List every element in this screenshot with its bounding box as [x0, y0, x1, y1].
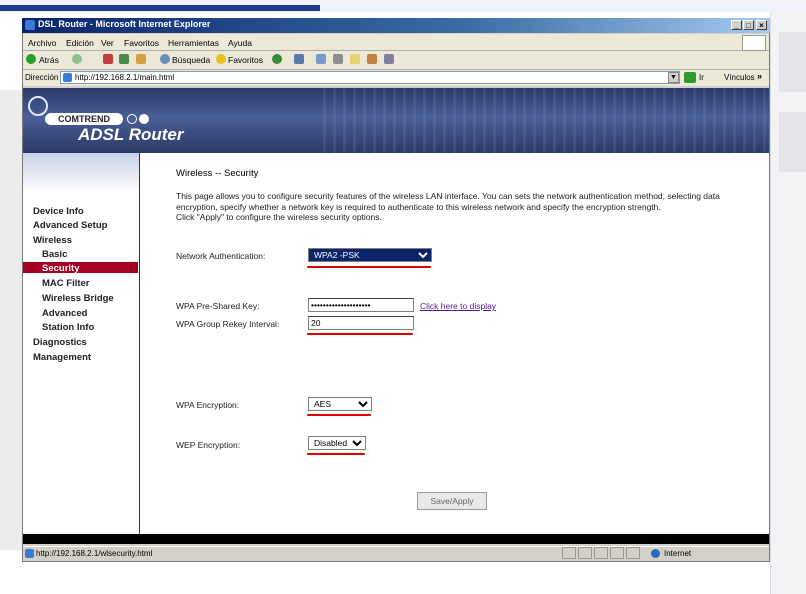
description-text: This page allows you to configure securi…: [176, 191, 720, 212]
menu-edicion[interactable]: Edición: [66, 38, 94, 48]
go-button[interactable]: Ir: [699, 73, 704, 82]
logo-dot-filled-icon: [139, 114, 149, 124]
sidebar-item-security[interactable]: Security: [42, 263, 80, 274]
favorites-star-icon[interactable]: [216, 54, 226, 64]
edit-icon[interactable]: [350, 54, 360, 64]
sidebar-item-device-info[interactable]: Device Info: [33, 206, 84, 217]
sidebar-item-advanced-setup[interactable]: Advanced Setup: [33, 220, 107, 231]
menu-archivo[interactable]: Archivo: [28, 38, 56, 48]
page-footer-bar: [23, 534, 769, 544]
product-title: ADSL Router: [78, 125, 184, 144]
print-icon[interactable]: [333, 54, 343, 64]
status-page-icon: [25, 549, 34, 558]
windows-logo-icon: [742, 35, 766, 51]
wep-encryption-select[interactable]: Disabled: [308, 436, 366, 450]
network-auth-label: Network Authentication:: [176, 251, 266, 261]
save-apply-button[interactable]: Save/Apply: [417, 492, 487, 510]
maximize-button[interactable]: □: [743, 20, 754, 30]
page-description: This page allows you to configure securi…: [176, 191, 736, 223]
menu-favoritos[interactable]: Favoritos: [124, 38, 159, 48]
address-dropdown-chevron-icon[interactable]: ▼: [668, 72, 679, 83]
forward-arrow-icon[interactable]: [72, 54, 82, 64]
page-icon: [63, 73, 72, 82]
go-arrow-icon[interactable]: [684, 72, 696, 83]
internet-explorer-icon: [25, 20, 35, 30]
logo-dot-icon: [127, 114, 137, 124]
sidebar-item-diagnostics[interactable]: Diagnostics: [33, 337, 87, 348]
address-url: http://192.168.2.1/main.html: [75, 73, 175, 82]
sidebar-item-station-info[interactable]: Station Info: [42, 322, 94, 333]
favorites-button[interactable]: Favoritos: [228, 55, 263, 65]
sidebar-item-advanced[interactable]: Advanced: [42, 308, 87, 319]
sidebar-decoration: [23, 153, 139, 193]
comtrend-swirl-icon: [28, 96, 48, 116]
sidebar-item-management[interactable]: Management: [33, 352, 91, 363]
sidebar-item-wireless[interactable]: Wireless: [33, 235, 72, 246]
rekey-input[interactable]: [308, 316, 414, 330]
menu-herramientas[interactable]: Herramientas: [168, 38, 219, 48]
media-icon[interactable]: [272, 54, 282, 64]
status-cell: [610, 547, 624, 559]
toolbar: [23, 51, 769, 70]
messenger-icon[interactable]: [367, 54, 377, 64]
home-icon[interactable]: [136, 54, 146, 64]
annotation-underline: [307, 333, 413, 335]
status-cell: [626, 547, 640, 559]
security-zone: Internet: [664, 549, 692, 558]
back-button[interactable]: Atrás: [39, 55, 59, 65]
sidebar-selection-highlight: [23, 262, 138, 273]
menu-ver[interactable]: Ver: [101, 38, 114, 48]
instruction-text: Click "Apply" to configure the wireless …: [176, 212, 382, 222]
stop-icon[interactable]: [103, 54, 113, 64]
background-top-strip: [0, 0, 806, 12]
menu-ayuda[interactable]: Ayuda: [228, 38, 252, 48]
close-button[interactable]: ×: [756, 20, 767, 30]
wpa-encryption-label: WPA Encryption:: [176, 400, 240, 410]
research-icon[interactable]: [384, 54, 394, 64]
network-auth-select[interactable]: WPA2 -PSK: [308, 248, 432, 262]
annotation-underline: [307, 453, 365, 455]
address-label: Dirección: [25, 73, 59, 82]
background-left-shade: [0, 90, 22, 550]
wpa-encryption-select[interactable]: AES: [308, 397, 372, 411]
status-url: http://192.168.2.1/wlsecurity.html: [36, 549, 153, 558]
window-title: DSL Router - Microsoft Internet Explorer: [38, 19, 211, 29]
rekey-label: WPA Group Rekey Interval:: [176, 319, 280, 329]
minimize-button[interactable]: _: [731, 20, 742, 30]
back-arrow-icon[interactable]: [26, 54, 36, 64]
status-cell: [562, 547, 576, 559]
mail-icon[interactable]: [316, 54, 326, 64]
search-button[interactable]: Búsqueda: [172, 55, 210, 65]
search-icon[interactable]: [160, 54, 170, 64]
sidebar-item-basic[interactable]: Basic: [42, 249, 67, 260]
sidebar-item-mac-filter[interactable]: MAC Filter: [42, 278, 90, 289]
history-icon[interactable]: [294, 54, 304, 64]
sidebar-item-wireless-bridge[interactable]: Wireless Bridge: [42, 293, 114, 304]
background-right-panel: [770, 12, 806, 594]
annotation-underline: [307, 266, 431, 268]
status-cell: [594, 547, 608, 559]
links-expand-icon[interactable]: »: [757, 71, 762, 81]
status-cell: [578, 547, 592, 559]
internet-zone-globe-icon: [651, 549, 660, 558]
annotation-underline: [307, 414, 371, 416]
display-key-link[interactable]: Click here to display: [420, 301, 496, 311]
psk-input[interactable]: [308, 298, 414, 312]
wep-encryption-label: WEP Encryption:: [176, 440, 241, 450]
refresh-icon[interactable]: [119, 54, 129, 64]
psk-label: WPA Pre-Shared Key:: [176, 301, 260, 311]
links-button[interactable]: Vínculos: [724, 73, 755, 82]
brand-logo: COMTREND: [45, 113, 123, 125]
page-title: Wireless -- Security: [176, 168, 259, 179]
